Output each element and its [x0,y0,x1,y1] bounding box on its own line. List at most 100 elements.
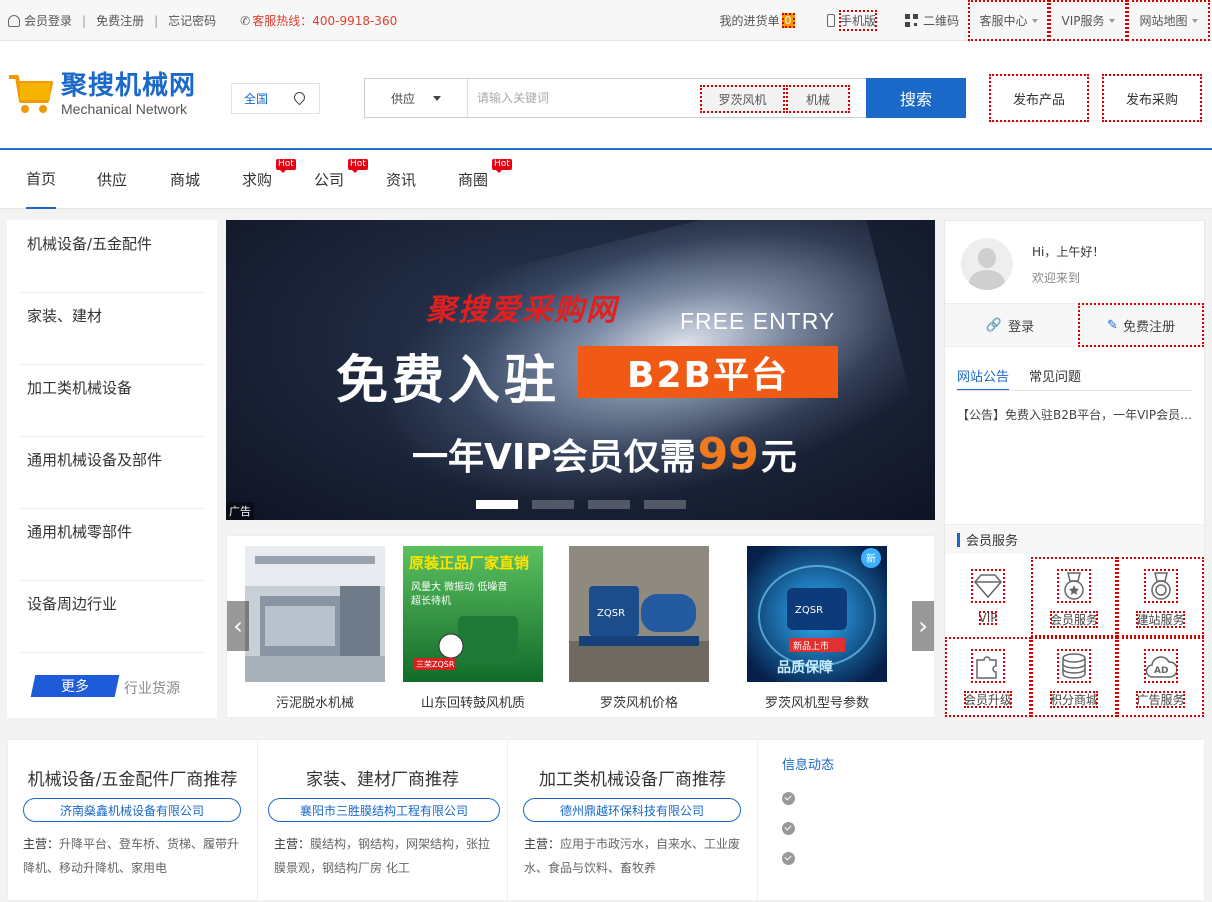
product-ad-line: 超长待机 [411,594,451,607]
divider [957,390,1193,391]
nav-item-circle[interactable]: 商圈 Hot [458,150,512,209]
banner-free-entry: FREE ENTRY [680,308,836,334]
qrcode-link[interactable]: 二维码 [897,0,967,41]
recommend-title: 机械设备/五金配件厂商推荐 [27,770,238,790]
recommend-title: 加工类机械设备厂商推荐 [539,770,726,790]
free-register-link[interactable]: 免费注册 [96,12,144,29]
service-center-menu[interactable]: 客服中心 [968,0,1049,41]
search-type-select[interactable]: 供应 [365,79,468,117]
carousel-dot[interactable] [588,500,630,509]
panel-login-button[interactable]: 🔗 登录 [945,303,1075,347]
publish-product-button[interactable]: 发布产品 [989,74,1089,122]
vip-service-menu[interactable]: VIP服务 [1049,0,1127,41]
divider [19,364,205,365]
check-circle-icon [782,792,795,805]
product-card[interactable]: ZQSR 新 新品上市 品质保障 罗茨风机型号参数 [742,546,892,711]
main-label: 主营： [23,837,60,851]
service-points-mall[interactable]: 积分商城 [1031,637,1117,717]
cart-count-badge: 0 [781,13,795,28]
carousel-dot[interactable] [644,500,686,509]
divider [19,652,205,653]
more-categories-button[interactable]: 更多 [30,675,120,697]
cart-label: 我的进货单 [719,14,780,28]
recommend-column: 机械设备/五金配件厂商推荐 济南燊鑫机械设备有限公司 主营：升降平台、登车桥、货… [8,740,258,902]
avatar [961,238,1013,290]
cart-logo-icon [9,75,53,113]
product-card[interactable]: 污泥脱水机械 [240,546,390,711]
product-caption: 污泥脱水机械 [275,696,354,711]
site-logo[interactable]: 聚搜机械网 Mechanical Network [7,71,196,119]
carousel-prev-arrow[interactable]: ‹ [227,601,249,651]
category-item[interactable]: 通用机械零部件 [27,521,199,543]
panel-register-button[interactable]: ✎ 免费注册 [1078,303,1204,347]
hot-tag-roots-blower[interactable]: 罗茨风机 [700,85,785,113]
region-selector[interactable]: 全国 [231,83,320,114]
divider: | [154,13,159,28]
publish-purchase-button[interactable]: 发布采购 [1102,74,1202,122]
hot-tag-machinery[interactable]: 机械 [786,85,850,113]
service-upgrade[interactable]: 会员升级 [945,637,1031,717]
tab-faq[interactable]: 常见问题 [1029,366,1081,391]
company-link[interactable]: 德州鼎越环保科技有限公司 [523,798,741,822]
forgot-password-link[interactable]: 忘记密码 [168,12,216,29]
main-nav: 首页 供应 商城 求购 Hot 公司 Hot 资讯 商圈 Hot [0,150,1212,209]
nav-item-purchase[interactable]: 求购 Hot [242,150,296,209]
ad-icon-text: AD [1154,666,1168,676]
service-member[interactable]: 会员服务 [1031,557,1117,637]
carousel-dot[interactable] [532,500,574,509]
divider [19,508,205,509]
category-item[interactable]: 设备周边行业 [27,593,199,615]
product-ad-brand: ZQSR [597,608,625,619]
carousel-dot[interactable] [476,500,518,509]
cart-link[interactable]: 我的进货单 0 [712,0,802,41]
medal-icon [1057,569,1091,603]
product-ad-new: 新品上市 [793,640,829,652]
category-item[interactable]: 家装、建材 [27,305,199,327]
coins-icon [1057,649,1091,683]
divider: | [82,13,87,28]
mobile-version-link[interactable]: 手机版 [811,5,893,35]
member-login-link[interactable]: 会员登录 [24,12,72,29]
company-link[interactable]: 襄阳市三胜膜结构工程有限公司 [268,798,500,822]
search-button[interactable]: 搜索 [866,78,966,118]
banner-b2b-badge: B2B平台 [578,346,838,398]
category-item[interactable]: 加工类机械设备 [27,377,199,399]
dropdown-arrow-icon [433,95,441,101]
banner-script-title: 聚搜爱采购网 [426,293,618,328]
notice-item[interactable]: 【公告】免费入驻B2B平台，一年VIP会员仅需99元 [957,406,1193,423]
nav-item-supply[interactable]: 供应 [97,150,127,209]
search-input[interactable] [477,87,677,109]
tab-notice[interactable]: 网站公告 [957,366,1010,391]
chevron-down-icon [1031,18,1038,23]
nav-label: 供应 [97,171,128,189]
sitemap-menu[interactable]: 网站地图 [1127,0,1210,41]
industry-resources-link[interactable]: 行业货源 [124,678,180,698]
logo-name-en: Mechanical Network [61,101,188,117]
service-vip[interactable]: VIP [945,557,1031,637]
category-item[interactable]: 机械设备/五金配件 [27,233,199,255]
nav-item-home[interactable]: 首页 [26,150,57,209]
nav-item-company[interactable]: 公司 Hot [314,150,368,209]
nav-label: 商圈 [458,171,489,189]
product-card[interactable]: ZQSR 罗茨风机价格 [564,546,714,711]
category-item[interactable]: 通用机械设备及部件 [27,449,199,473]
nav-item-mall[interactable]: 商城 [170,150,200,209]
top-bar: 会员登录 | 免费注册 | 忘记密码 ✆ 客服热线：400-9918-360 我的… [0,0,1212,41]
main-business: 主营：应用于市政污水，自来水、工业废水、食品与饮料、畜牧养 [524,832,746,880]
hotline-text: 客服热线：400-9918-360 [252,14,398,28]
member-services-label: 会员服务 [966,534,1019,549]
hot-badge: Hot [492,159,512,173]
nav-label: 资讯 [386,171,417,189]
company-link[interactable]: 济南燊鑫机械设备有限公司 [23,798,241,822]
logo-text: 聚搜机械网 Mechanical Network [61,72,196,118]
vip-price: 99 [697,429,759,480]
nav-item-news[interactable]: 资讯 [386,150,416,209]
product-card[interactable]: 原装正品厂家直销 风量大 微振动 低噪音 超长待机 三荣ZQSR 山东回转鼓风机… [398,546,548,711]
carousel-next-arrow[interactable]: › [912,601,934,651]
hero-banner[interactable]: 聚搜爱采购网 FREE ENTRY 免费入驻 B2B平台 一年VIP会员仅需 99… [226,220,935,520]
puzzle-icon [971,649,1005,683]
service-website[interactable]: 建站服务 [1117,557,1204,637]
service-advertising[interactable]: AD 广告服务 [1117,637,1204,717]
main-business: 主营：膜结构，钢结构，网架结构，张拉膜景观，钢结构厂房 化工 [274,832,496,880]
mobile-label: 手机版 [838,9,877,31]
